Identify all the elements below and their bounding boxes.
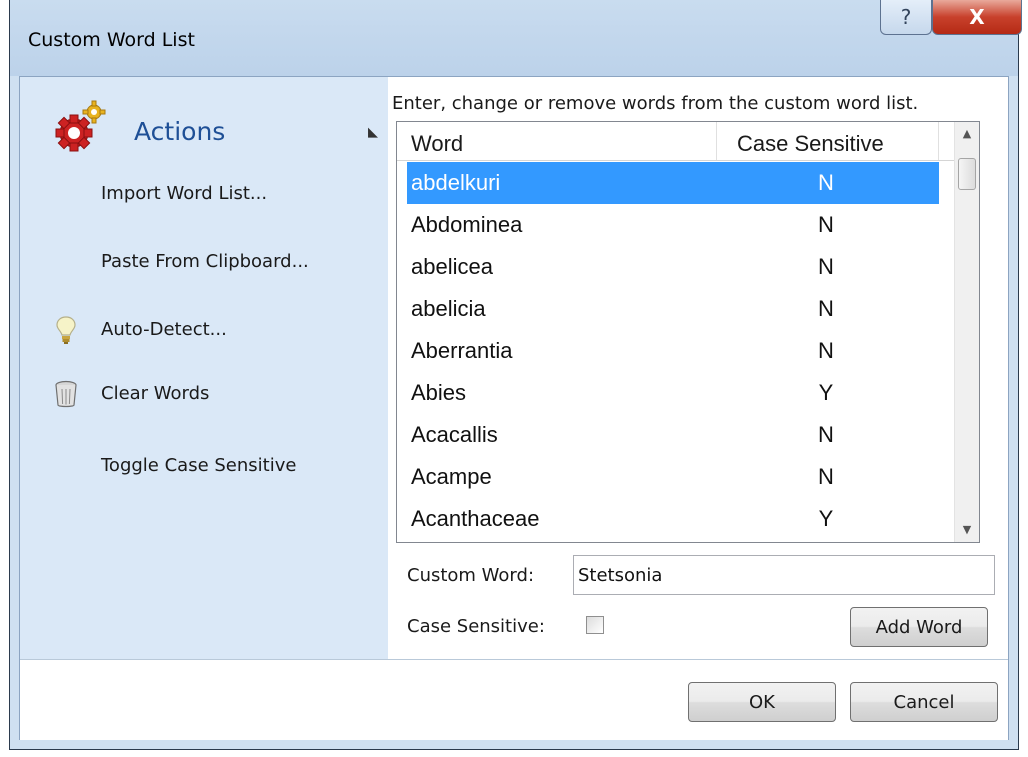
- dialog-client-area: Actions ◣ Import Word List... Paste From…: [19, 76, 1009, 740]
- list-header: Word Case Sensitive: [397, 122, 957, 161]
- dialog-window: Custom Word List ? X Actions ◣ Import Wo…: [9, 0, 1022, 750]
- auto-detect-label: Auto-Detect...: [101, 319, 227, 340]
- import-word-list-label: Import Word List...: [101, 183, 268, 204]
- scroll-down-arrow-icon[interactable]: ▼: [955, 518, 979, 542]
- table-row[interactable]: abelicia N: [407, 288, 939, 330]
- word-cell: Acanthaceae: [411, 506, 540, 531]
- table-row[interactable]: Aberrantia N: [407, 330, 939, 372]
- word-cell: abelicia: [411, 296, 486, 321]
- dialog-footer: OK Cancel: [20, 659, 1008, 740]
- window-title: Custom Word List: [28, 29, 195, 51]
- scroll-up-arrow-icon[interactable]: ▲: [955, 122, 979, 146]
- ok-button[interactable]: OK: [688, 682, 836, 722]
- table-row[interactable]: abelicea N: [407, 246, 939, 288]
- lightbulb-icon: [56, 316, 76, 344]
- table-row[interactable]: abdelkuri N: [407, 162, 939, 204]
- close-button[interactable]: X: [932, 0, 1022, 35]
- table-row[interactable]: Acampe N: [407, 456, 939, 498]
- column-header-word[interactable]: Word: [397, 122, 717, 160]
- actions-header: Actions ◣: [38, 95, 378, 155]
- cancel-button-label: Cancel: [893, 691, 955, 713]
- table-row[interactable]: Acacallis N: [407, 414, 939, 456]
- instruction-text: Enter, change or remove words from the c…: [392, 93, 919, 114]
- cancel-button[interactable]: Cancel: [850, 682, 998, 722]
- table-row[interactable]: Acanthaceae Y: [407, 498, 939, 540]
- case-sensitive-cell: N: [818, 464, 834, 489]
- table-row[interactable]: AcanthephippiumN: [407, 540, 939, 542]
- actions-sidebar: Actions ◣ Import Word List... Paste From…: [20, 77, 388, 659]
- toggle-case-sensitive-action[interactable]: Toggle Case Sensitive: [38, 445, 358, 485]
- case-sensitive-cell: N: [818, 296, 834, 321]
- add-word-button[interactable]: Add Word: [850, 607, 988, 647]
- word-cell: Acacallis: [411, 422, 498, 447]
- word-cell: Aberrantia: [411, 338, 513, 363]
- vertical-scrollbar[interactable]: ▲ ▼: [954, 122, 979, 542]
- ok-button-label: OK: [749, 691, 775, 713]
- help-icon: ?: [900, 5, 912, 29]
- word-list[interactable]: Word Case Sensitive abdelkuri N Abdominea N…: [396, 121, 980, 543]
- add-word-button-label: Add Word: [875, 616, 963, 638]
- case-sensitive-label: Case Sensitive:: [407, 616, 545, 637]
- column-header-case-sensitive[interactable]: Case Sensitive: [717, 122, 939, 160]
- toggle-case-sensitive-label: Toggle Case Sensitive: [101, 455, 297, 476]
- help-button[interactable]: ?: [880, 0, 932, 35]
- word-cell: abdelkuri: [411, 170, 501, 195]
- word-cell: Abies: [411, 380, 467, 405]
- case-sensitive-cell: Y: [818, 506, 834, 531]
- word-cell: abelicea: [411, 254, 493, 279]
- gears-icon: [55, 100, 106, 152]
- table-row[interactable]: Abies Y: [407, 372, 939, 414]
- paste-from-clipboard-label: Paste From Clipboard...: [101, 251, 309, 272]
- case-sensitive-checkbox[interactable]: [586, 616, 604, 634]
- import-word-list-action[interactable]: Import Word List...: [38, 173, 358, 213]
- case-sensitive-cell: N: [818, 254, 834, 279]
- case-sensitive-cell: N: [818, 422, 834, 447]
- actions-heading: Actions: [134, 117, 226, 146]
- custom-word-input[interactable]: [573, 555, 995, 595]
- word-cell: Abdominea: [411, 212, 523, 237]
- trash-can-icon: [55, 380, 77, 408]
- auto-detect-action[interactable]: Auto-Detect...: [38, 309, 358, 349]
- close-icon: X: [969, 5, 985, 29]
- collapse-arrow-icon[interactable]: ◣: [368, 125, 378, 140]
- case-sensitive-cell: N: [818, 170, 834, 195]
- case-sensitive-cell: N: [818, 212, 834, 237]
- title-bar[interactable]: Custom Word List ? X: [10, 0, 1022, 76]
- clear-words-action[interactable]: Clear Words: [38, 373, 358, 413]
- custom-word-label: Custom Word:: [407, 565, 535, 586]
- case-sensitive-cell: Y: [818, 380, 834, 405]
- clear-words-label: Clear Words: [101, 383, 210, 404]
- list-rows: abdelkuri N Abdominea Nabelicea Nabelicia N Ab…: [407, 162, 939, 542]
- case-sensitive-cell: N: [818, 338, 834, 363]
- scroll-thumb[interactable]: [958, 158, 976, 190]
- table-row[interactable]: Abdominea N: [407, 204, 939, 246]
- paste-from-clipboard-action[interactable]: Paste From Clipboard...: [38, 241, 358, 281]
- word-cell: Acampe: [411, 464, 492, 489]
